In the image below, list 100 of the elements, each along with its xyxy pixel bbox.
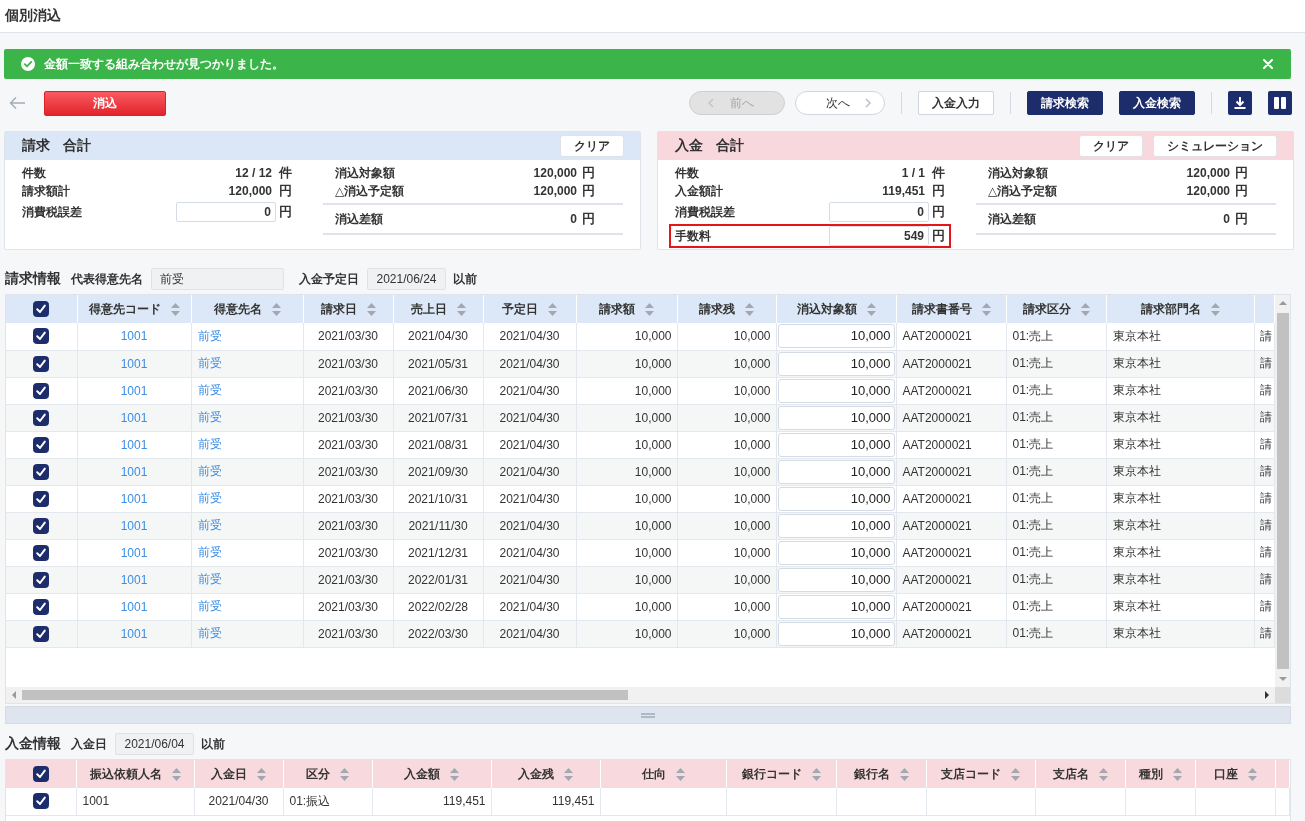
checkbox[interactable] — [33, 571, 50, 588]
name-link[interactable]: 前受 — [197, 491, 222, 505]
column-header[interactable]: 支店名 — [1035, 760, 1125, 788]
checkbox[interactable] — [33, 517, 50, 534]
column-header[interactable]: 仕向 — [600, 760, 726, 788]
sort-icon[interactable] — [456, 302, 466, 316]
column-header[interactable]: 振込依頼人名 — [76, 760, 194, 788]
amount-field[interactable]: 10,000 — [777, 432, 895, 457]
amount-field[interactable]: 10,000 — [777, 567, 895, 592]
panel-button[interactable]: シミュレーション — [1153, 135, 1277, 157]
sort-icon[interactable] — [1247, 767, 1257, 781]
splitter-bar[interactable] — [5, 706, 1291, 724]
next-button[interactable]: 次へ — [795, 91, 885, 115]
sort-icon[interactable] — [171, 767, 181, 781]
panel-button[interactable]: クリア — [560, 135, 624, 157]
sort-icon[interactable] — [340, 767, 349, 781]
code-link[interactable]: 1001 — [120, 383, 148, 398]
column-header[interactable]: 区分 — [283, 760, 372, 788]
name-link[interactable]: 前受 — [197, 328, 222, 343]
sort-icon[interactable] — [1098, 767, 1108, 781]
close-icon[interactable] — [1263, 59, 1273, 69]
checkbox[interactable] — [32, 766, 49, 782]
sort-icon[interactable] — [271, 302, 281, 316]
scrollbar-thumb[interactable] — [1276, 313, 1289, 669]
sort-icon[interactable] — [1172, 767, 1182, 781]
column-header[interactable]: 銀行名 — [836, 760, 926, 788]
sort-icon[interactable] — [745, 302, 754, 316]
column-header[interactable]: 請求日 — [303, 295, 393, 323]
sort-icon[interactable] — [866, 302, 876, 316]
amount-field[interactable]: 10,000 — [777, 378, 895, 403]
column-header[interactable]: 得意先コード — [77, 295, 191, 323]
column-header[interactable]: 種別 — [1125, 760, 1195, 788]
amount-field[interactable]: 10,000 — [777, 405, 895, 430]
entry-button[interactable]: 入金入力 — [918, 91, 994, 115]
amount-field[interactable]: 10,000 — [777, 459, 895, 484]
scroll-left-icon[interactable] — [12, 691, 16, 699]
name-link[interactable]: 前受 — [197, 383, 222, 397]
sort-icon[interactable] — [170, 302, 180, 316]
sort-icon[interactable] — [811, 767, 821, 781]
checkbox[interactable] — [33, 544, 50, 561]
amount-field[interactable]: 549 — [829, 226, 929, 246]
column-header[interactable]: 請求書番号 — [896, 295, 1006, 323]
column-header[interactable]: 口座 — [1195, 760, 1275, 788]
reconcile-button[interactable]: 消込 — [44, 90, 166, 116]
checkbox[interactable] — [33, 409, 50, 426]
horizontal-scrollbar[interactable] — [6, 687, 1275, 703]
column-header[interactable]: 銀行コード — [726, 760, 836, 788]
scrollbar-thumb[interactable] — [22, 690, 628, 700]
column-header[interactable]: 請求部門名 — [1106, 295, 1254, 323]
sort-icon[interactable] — [899, 767, 909, 781]
panel-button[interactable]: クリア — [1079, 135, 1143, 157]
filter-field[interactable]: 2021/06/24 — [367, 268, 446, 290]
search-button[interactable]: 入金検索 — [1119, 91, 1195, 115]
search-button[interactable]: 請求検索 — [1027, 91, 1103, 115]
amount-field[interactable]: 10,000 — [777, 351, 895, 376]
sort-icon[interactable] — [1080, 302, 1090, 316]
sort-icon[interactable] — [1011, 767, 1020, 781]
column-header[interactable]: 入金残 — [491, 760, 600, 788]
checkbox[interactable] — [33, 382, 50, 399]
checkbox[interactable] — [33, 355, 50, 372]
download-button[interactable] — [1228, 91, 1252, 115]
scroll-right-icon[interactable] — [1265, 691, 1269, 699]
filter-field[interactable]: 2021/06/04 — [115, 733, 194, 755]
sort-icon[interactable] — [1210, 302, 1220, 316]
sort-icon[interactable] — [257, 767, 266, 781]
name-link[interactable]: 前受 — [197, 437, 222, 451]
column-header[interactable]: 予定日 — [483, 295, 576, 323]
amount-field[interactable]: 10,000 — [777, 324, 895, 349]
checkbox[interactable] — [33, 625, 50, 642]
checkbox[interactable] — [33, 328, 50, 345]
column-header[interactable]: 支店コード — [926, 760, 1035, 788]
code-link[interactable]: 1001 — [120, 599, 148, 614]
amount-field[interactable]: 10,000 — [777, 486, 895, 511]
sort-icon[interactable] — [548, 302, 557, 316]
column-header[interactable]: 入金日 — [194, 760, 283, 788]
sort-icon[interactable] — [981, 302, 991, 316]
checkbox[interactable] — [33, 436, 50, 453]
vertical-scrollbar[interactable] — [1275, 295, 1290, 687]
sort-icon[interactable] — [366, 302, 376, 316]
scroll-down-icon[interactable] — [1278, 677, 1287, 681]
column-header[interactable]: 入金額 — [372, 760, 491, 788]
sort-icon[interactable] — [645, 302, 654, 316]
amount-field[interactable]: 10,000 — [777, 540, 895, 565]
column-header[interactable]: 売上日 — [393, 295, 483, 323]
amount-field[interactable]: 10,000 — [777, 513, 895, 538]
amount-field[interactable]: 0 — [829, 202, 929, 222]
amount-field[interactable]: 10,000 — [777, 621, 895, 646]
checkbox[interactable] — [33, 301, 50, 317]
name-link[interactable]: 前受 — [197, 545, 222, 559]
checkbox[interactable] — [33, 490, 50, 507]
code-link[interactable]: 1001 — [120, 491, 148, 506]
name-link[interactable]: 前受 — [197, 599, 222, 613]
amount-field[interactable]: 0 — [176, 202, 276, 222]
code-link[interactable]: 1001 — [120, 437, 148, 452]
sort-icon[interactable] — [450, 767, 459, 781]
column-header[interactable]: 請求残 — [677, 295, 776, 323]
column-header[interactable]: 消込対象額 — [776, 295, 896, 323]
column-header[interactable]: 得意先名 — [191, 295, 303, 323]
back-arrow-icon[interactable] — [8, 96, 26, 110]
checkbox[interactable] — [33, 463, 50, 480]
